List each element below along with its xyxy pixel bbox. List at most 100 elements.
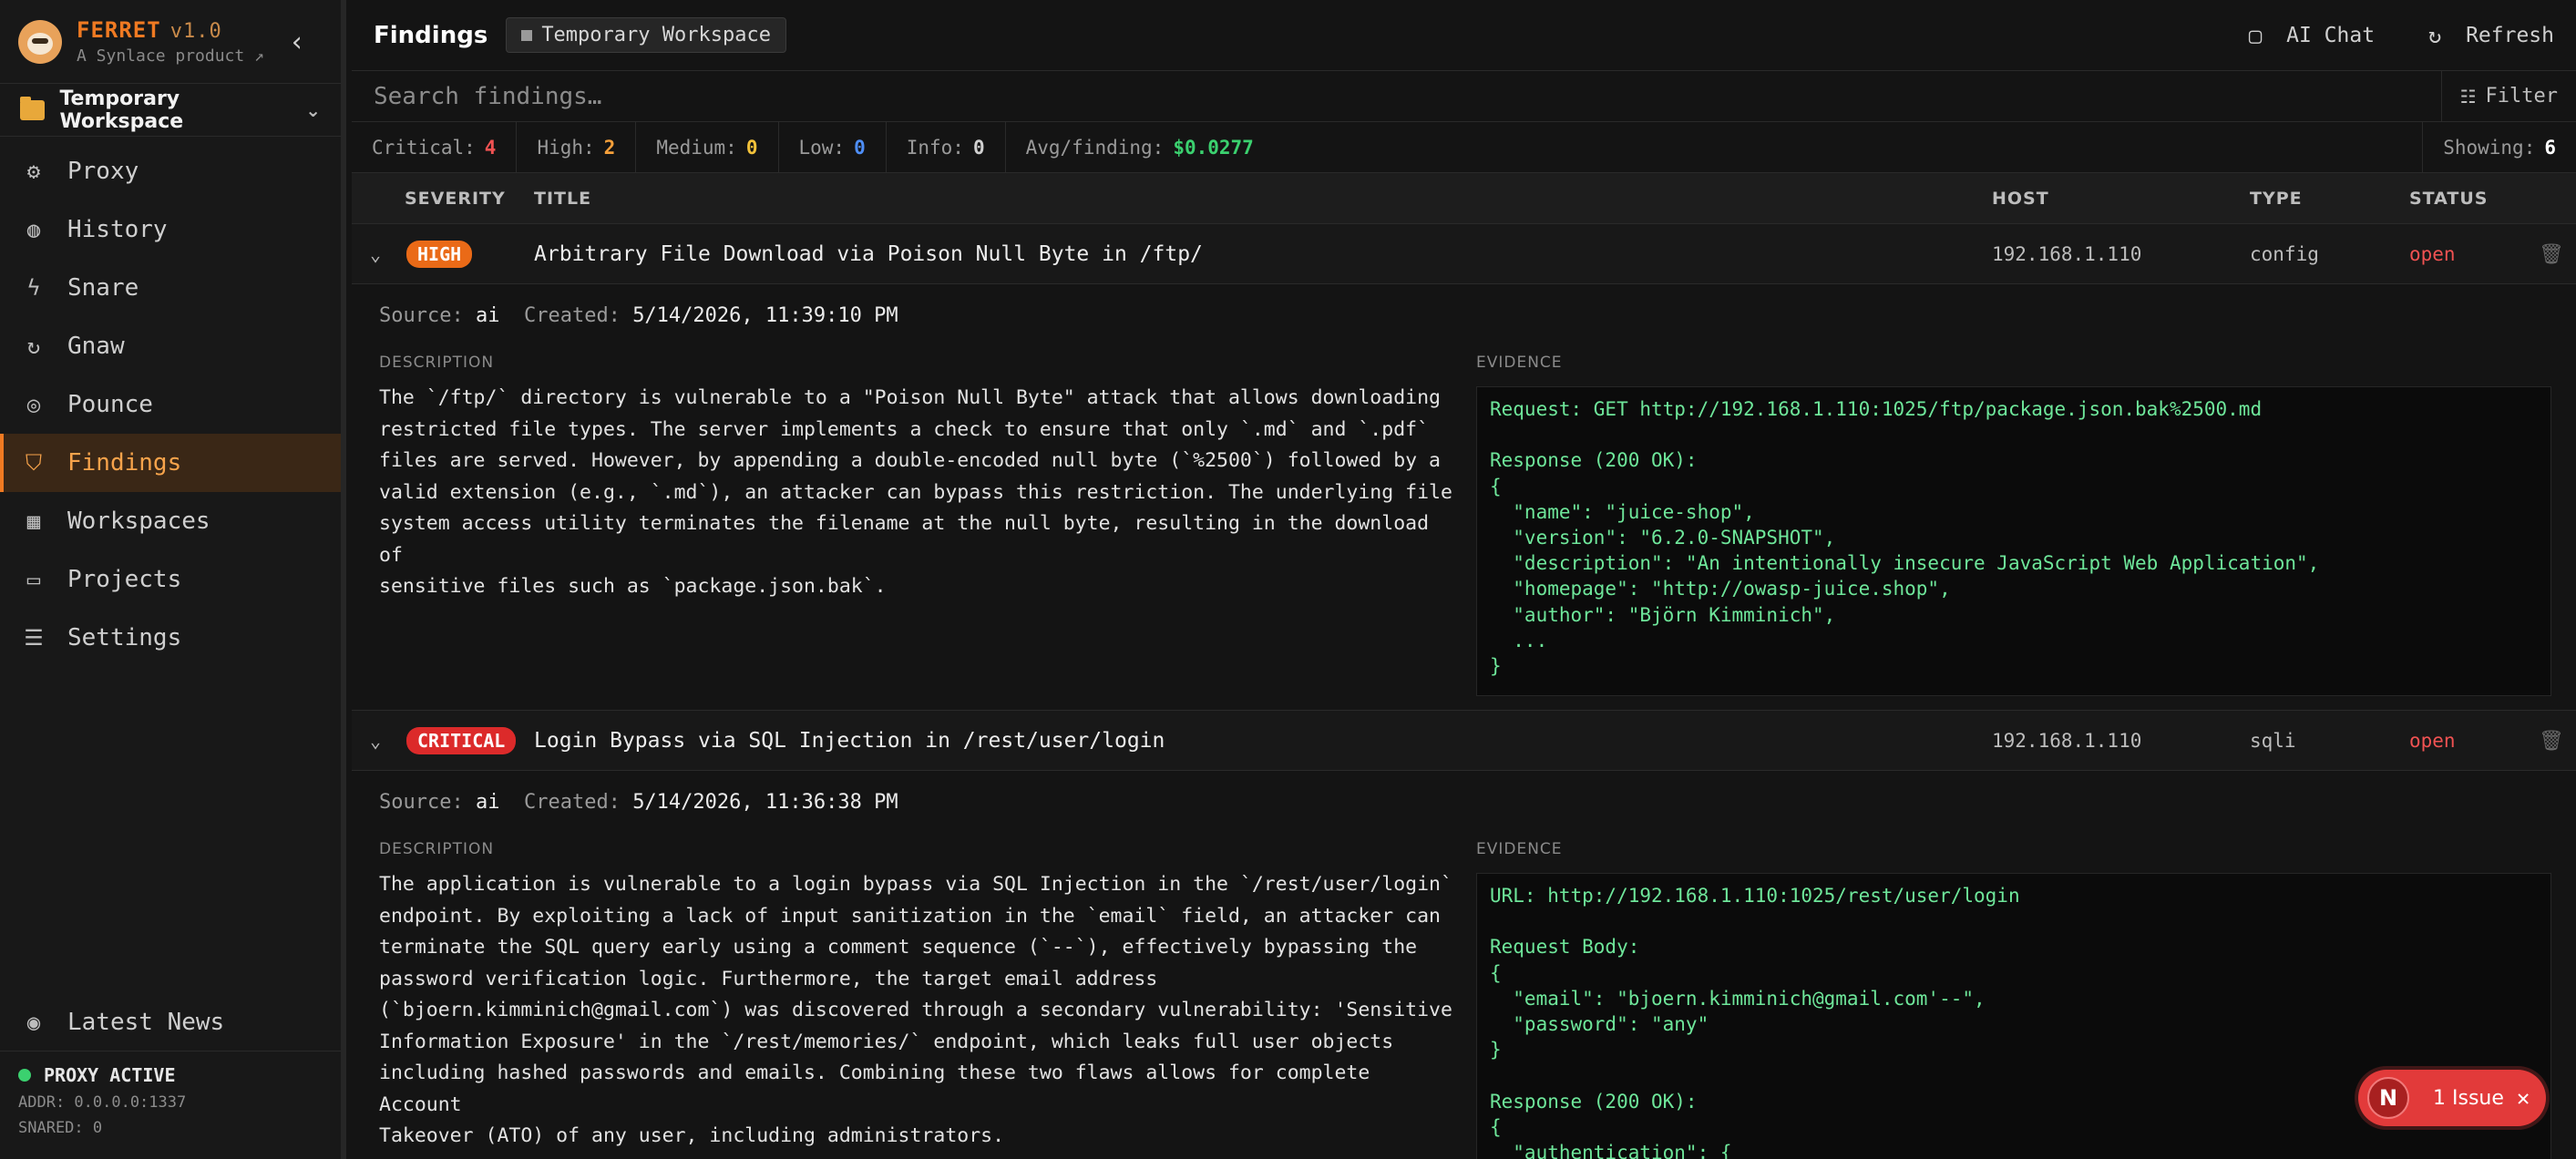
- finding-title: Login Bypass via SQL Injection in /rest/…: [534, 729, 1165, 753]
- refresh-icon: ↻: [26, 333, 41, 359]
- stat-label: Showing:: [2443, 136, 2536, 159]
- sidebar-item-snare[interactable]: ϟ Snare: [0, 259, 341, 317]
- finding-type: sqli: [2250, 730, 2296, 752]
- column-header-status[interactable]: STATUS: [2409, 189, 2488, 209]
- stat-showing: Showing: 6: [2422, 121, 2576, 173]
- sidebar-item-label: Findings: [67, 449, 182, 477]
- evidence-label: EVIDENCE: [1476, 354, 1563, 372]
- sidebar-item-label: Snare: [67, 274, 139, 302]
- proxy-status: PROXY ACTIVE ADDR: 0.0.0.0:1337 SNARED: …: [18, 1064, 186, 1137]
- workspace-badge: Temporary Workspace: [506, 17, 786, 53]
- severity-badge: HIGH: [406, 241, 473, 268]
- finding-status[interactable]: open: [2409, 224, 2456, 284]
- trash-icon[interactable]: 🗑: [2539, 224, 2564, 284]
- table-row[interactable]: ⌄ HIGH Arbitrary File Download via Poiso…: [352, 224, 2576, 284]
- ai-chat-label: AI Chat: [2286, 23, 2376, 47]
- square-icon: [521, 29, 533, 41]
- created-label: Created:: [523, 304, 621, 327]
- issues-toast[interactable]: N 1 Issue ✕: [2358, 1070, 2546, 1126]
- severity-badge: CRITICAL: [406, 727, 517, 754]
- sidebar-item-label: Settings: [67, 624, 182, 651]
- grid-icon: ▦: [26, 508, 41, 534]
- stat-info: Info: 0: [887, 121, 1006, 173]
- collapse-sidebar-button[interactable]: ‹: [281, 26, 313, 58]
- page-title: Findings: [374, 21, 488, 49]
- chevron-down-icon[interactable]: ⌄: [370, 711, 381, 771]
- sidebar-item-proxy[interactable]: ⚙ Proxy: [0, 142, 341, 200]
- column-header-host[interactable]: HOST: [1992, 189, 2049, 209]
- stat-value: 0: [854, 136, 866, 159]
- finding-detail: Source: ai Created: 5/14/2026, 11:36:38 …: [352, 771, 2576, 1159]
- finding-title: Arbitrary File Download via Poison Null …: [534, 242, 1203, 266]
- source-value: ai: [475, 304, 500, 327]
- proxy-snared: SNARED: 0: [18, 1119, 103, 1137]
- sidebar-item-gnaw[interactable]: ↻ Gnaw: [0, 317, 341, 375]
- lightning-icon: ϟ: [26, 275, 41, 301]
- refresh-button[interactable]: ↻ Refresh: [2422, 23, 2554, 48]
- source-label: Source:: [379, 304, 464, 327]
- sidebar-item-history[interactable]: ◍ History: [0, 200, 341, 259]
- column-header-severity[interactable]: SEVERITY: [405, 189, 506, 209]
- finding-host: 192.168.1.110: [1992, 243, 2142, 265]
- refresh-label: Refresh: [2466, 23, 2554, 47]
- finding-meta: Source: ai Created: 5/14/2026, 11:39:10 …: [379, 304, 898, 327]
- filter-button[interactable]: ☷ Filter: [2440, 70, 2576, 122]
- latest-news-item[interactable]: ◉ Latest News: [0, 993, 341, 1051]
- sidebar: FERRET v1.0 A Synlace product ↗ ‹ Tempora…: [0, 0, 346, 1159]
- sidebar-item-workspaces[interactable]: ▦ Workspaces: [0, 492, 341, 550]
- proxy-addr: ADDR: 0.0.0.0:1337: [18, 1093, 187, 1112]
- workspace-selector[interactable]: Temporary Workspace ⌄: [0, 84, 341, 137]
- finding-detail: Source: ai Created: 5/14/2026, 11:39:10 …: [352, 284, 2576, 711]
- latest-news-label: Latest News: [67, 1008, 225, 1036]
- trash-icon[interactable]: 🗑: [2539, 711, 2564, 771]
- stat-label: Avg/finding:: [1025, 136, 1165, 159]
- created-label: Created:: [523, 791, 621, 814]
- proxy-status-label: PROXY ACTIVE: [44, 1064, 176, 1086]
- shield-icon: ⛉: [26, 450, 42, 476]
- sidebar-item-label: Gnaw: [67, 333, 125, 360]
- stat-label: High:: [537, 136, 595, 159]
- search-input[interactable]: [352, 70, 2441, 122]
- sidebar-nav: ⚙ Proxy ◍ History ϟ Snare ↻ Gnaw ◎ Pounce ⛉ Fi…: [0, 142, 341, 667]
- table-row[interactable]: ⌄ CRITICAL Login Bypass via SQL Injectio…: [352, 711, 2576, 771]
- finding-description: The `/ftp/` directory is vulnerable to a…: [379, 386, 1452, 598]
- chat-bubble-icon: ▢: [2248, 22, 2263, 48]
- gear-icon: ⚙: [26, 159, 41, 184]
- stat-medium: Medium: 0: [636, 121, 779, 173]
- close-icon[interactable]: ✕: [2517, 1085, 2530, 1111]
- sidebar-item-label: Workspaces: [67, 508, 210, 535]
- evidence-block: Request: GET http://192.168.1.110:1025/f…: [1476, 386, 2551, 696]
- stats-bar: Critical: 4 High: 2 Medium: 0 Low: 0 Info: 0 …: [352, 121, 2576, 173]
- column-header-title[interactable]: TITLE: [534, 189, 591, 209]
- target-icon: ◎: [26, 392, 41, 417]
- sidebar-item-projects[interactable]: ▭ Projects: [0, 550, 341, 609]
- source-label: Source:: [379, 791, 464, 814]
- stat-value: 2: [603, 136, 616, 159]
- column-header-type[interactable]: TYPE: [2250, 189, 2303, 209]
- sidebar-item-findings[interactable]: ⛉ Findings: [0, 434, 341, 492]
- sidebar-item-settings[interactable]: ☰ Settings: [0, 609, 341, 667]
- workspace-selector-label: Temporary Workspace: [59, 87, 184, 133]
- table-header: SEVERITY TITLE HOST TYPE STATUS: [352, 173, 2576, 224]
- stat-label: Medium:: [656, 136, 737, 159]
- brand-header: FERRET v1.0 A Synlace product ↗ ‹: [0, 0, 341, 84]
- avatar: N: [2367, 1077, 2409, 1119]
- stat-value: 6: [2544, 136, 2556, 159]
- brand-name: FERRET: [77, 17, 161, 43]
- filter-sliders-icon: ☷: [2459, 85, 2477, 108]
- brand-tagline-link[interactable]: A Synlace product ↗: [77, 46, 264, 66]
- sidebar-item-label: History: [67, 216, 168, 243]
- description-label: DESCRIPTION: [379, 354, 495, 372]
- evidence-label: EVIDENCE: [1476, 840, 1563, 858]
- ai-chat-button[interactable]: ▢ AI Chat: [2242, 23, 2375, 48]
- stat-low: Low: 0: [779, 121, 887, 173]
- sidebar-item-pounce[interactable]: ◎ Pounce: [0, 375, 341, 434]
- status-dot-icon: [18, 1069, 31, 1082]
- stat-label: Critical:: [372, 136, 476, 159]
- refresh-icon: ↻: [2427, 22, 2442, 48]
- folder-open-icon: ▭: [26, 567, 41, 592]
- finding-status[interactable]: open: [2409, 711, 2456, 771]
- chevron-down-icon[interactable]: ⌄: [370, 224, 381, 284]
- chevron-down-icon: ⌄: [305, 98, 321, 121]
- folder-icon: [20, 96, 46, 120]
